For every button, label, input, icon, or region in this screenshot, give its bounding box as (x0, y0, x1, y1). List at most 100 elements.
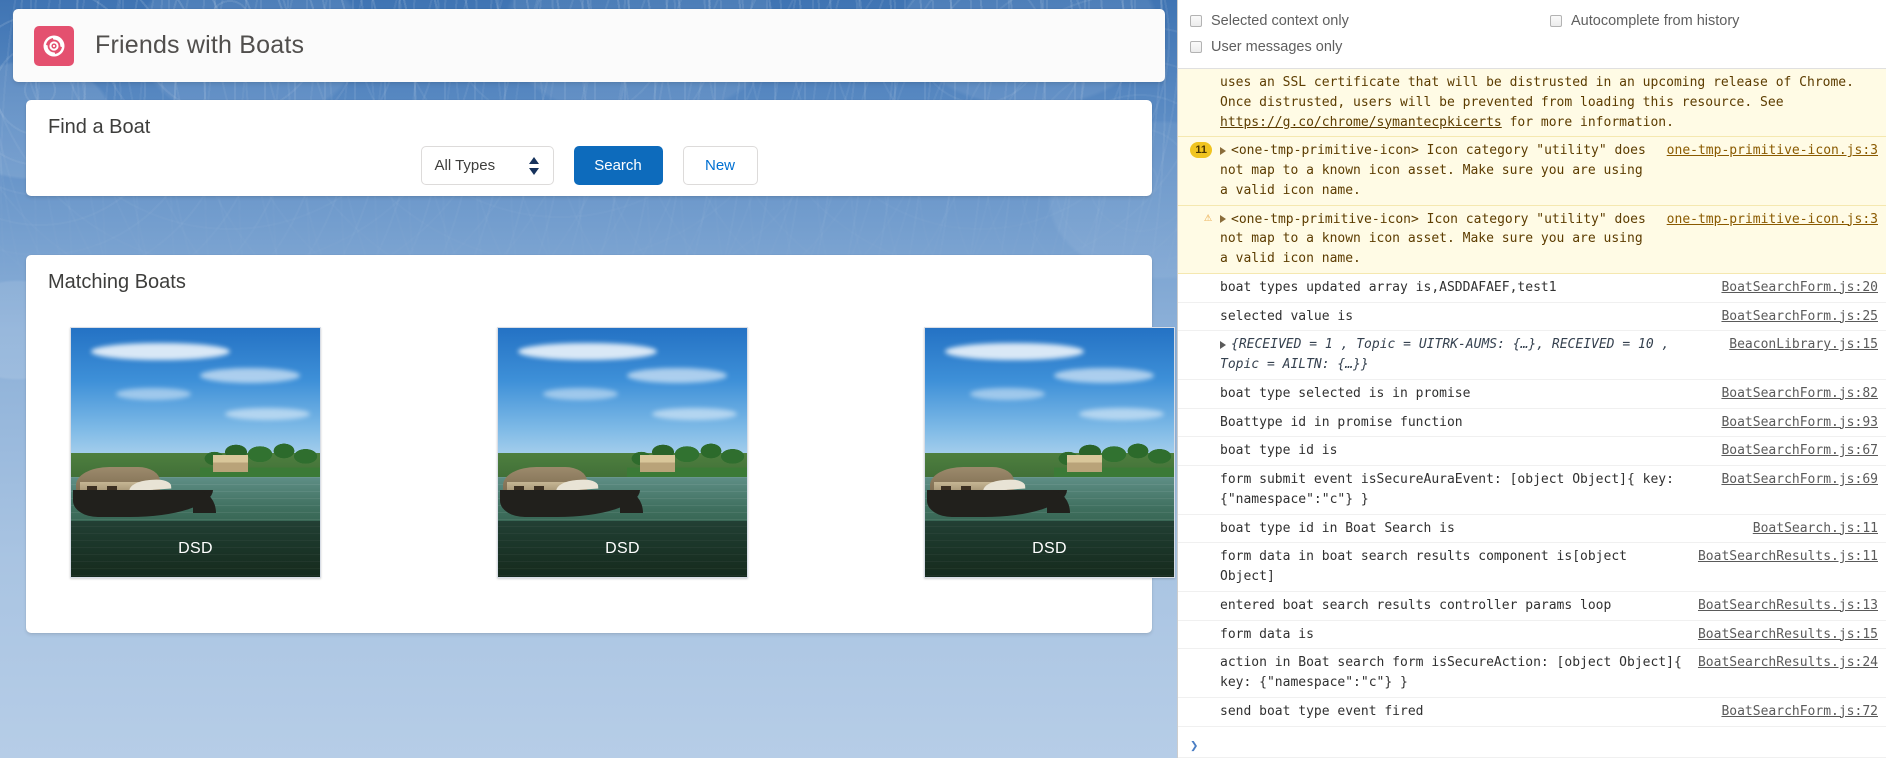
console-message: form data in boat search results compone… (1220, 549, 1627, 584)
expand-triangle-icon[interactable] (1220, 340, 1226, 349)
console-message: Boattype id in promise function (1220, 414, 1463, 430)
console-message: boat type id in Boat Search is (1220, 520, 1455, 536)
checkbox-icon[interactable] (1550, 15, 1562, 27)
console-message: <one-tmp-primitive-icon> Icon category "… (1220, 211, 1646, 266)
row-gutter (1178, 278, 1212, 298)
console-source-link[interactable]: BoatSearchForm.js:82 (1707, 384, 1878, 404)
repeat-count-badge: 11 (1178, 141, 1212, 200)
filter-label: User messages only (1211, 39, 1343, 55)
badge-count: 11 (1190, 142, 1212, 159)
console-row[interactable]: entered success loop in boat search form… (1178, 727, 1886, 735)
console-row[interactable]: form data in boat search results compone… (1178, 543, 1886, 592)
filter-selected-context-only[interactable]: Selected context only (1178, 13, 1544, 29)
console-message: action in Boat search form isSecureActio… (1220, 655, 1682, 690)
console-message: {RECEIVED = 1 , Topic = UITRK-AUMS: {…},… (1220, 337, 1670, 372)
console-row[interactable]: selected value is BoatSearchForm.js:25 (1178, 303, 1886, 332)
row-gutter (1178, 441, 1212, 461)
page-title: Friends with Boats (95, 31, 305, 59)
console-row[interactable]: Boattype id in promise function BoatSearc… (1178, 409, 1886, 438)
console-source-link[interactable]: BoatSearchResults.js:24 (1684, 653, 1878, 673)
row-gutter (1178, 547, 1212, 587)
row-gutter (1178, 413, 1212, 433)
row-gutter (1178, 335, 1212, 375)
row-gutter (1178, 596, 1212, 616)
row-gutter (1178, 625, 1212, 645)
console-source-link[interactable]: BoatSearch.js:11 (1739, 519, 1878, 539)
chevron-updown-icon[interactable] (528, 156, 539, 175)
console-message: uses an SSL certificate that will be dis… (1220, 75, 1854, 130)
filter-label: Autocomplete from history (1571, 13, 1740, 29)
console-row[interactable]: boat types updated array is,ASDDAFAEF,te… (1178, 274, 1886, 303)
console-prompt[interactable]: ❯ (1178, 734, 1886, 758)
console-source-link[interactable]: BoatSearchForm.js:69 (1707, 470, 1878, 490)
warning-triangle-icon: ⚠ (1178, 210, 1212, 269)
boat-tile-caption: DSD (71, 521, 320, 577)
record-spiral-icon (34, 25, 74, 66)
filter-user-messages-only[interactable]: User messages only (1178, 39, 1544, 55)
checkbox-icon[interactable] (1190, 41, 1202, 53)
console-message: boat type selected is in promise (1220, 385, 1471, 401)
console-message: form data is (1220, 626, 1314, 642)
console-inline-link[interactable]: https://g.co/chrome/symantecpkicerts (1220, 115, 1502, 130)
console-row[interactable]: ⚠ <one-tmp-primitive-icon> Icon category … (1178, 205, 1886, 274)
console-source-link[interactable]: BoatSearchResults.js:11 (1684, 547, 1878, 567)
console-message: boat types updated array is,ASDDAFAEF,te… (1220, 279, 1557, 295)
console-source-link[interactable]: BoatSearchResults.js:15 (1684, 625, 1878, 645)
console-message: send boat type event fired (1220, 703, 1424, 719)
console-source-link[interactable]: BoatSearchResults.js:13 (1684, 596, 1878, 616)
console-row[interactable]: {RECEIVED = 1 , Topic = UITRK-AUMS: {…},… (1178, 331, 1886, 380)
app-header: Friends with Boats (13, 9, 1165, 82)
warning-triangle-glyph: ⚠ (1204, 209, 1212, 225)
row-gutter (1178, 384, 1212, 404)
console-row[interactable]: boat type selected is in promise BoatSear… (1178, 380, 1886, 409)
console-source-link[interactable]: BoatSearchForm.js:25 (1707, 307, 1878, 327)
search-controls: All Types Search New (26, 146, 1152, 185)
console-message: selected value is (1220, 308, 1354, 324)
matching-boats-heading: Matching Boats (48, 271, 186, 293)
checkbox-icon[interactable] (1190, 15, 1202, 27)
boat-tile-caption: DSD (925, 521, 1174, 577)
boat-type-select[interactable]: All Types (420, 146, 554, 185)
filter-label: Selected context only (1211, 13, 1349, 29)
console-row[interactable]: 11 <one-tmp-primitive-icon> Icon category… (1178, 137, 1886, 206)
console-row[interactable]: action in Boat search form isSecureActio… (1178, 649, 1886, 698)
console-source-link[interactable]: BoatSearchForm.js:93 (1707, 413, 1878, 433)
boat-tile[interactable]: DSD (497, 327, 748, 578)
salesforce-app-pane: Friends with Boats Find a Boat All Types… (0, 0, 1177, 758)
boat-type-select-value: All Types (434, 157, 496, 174)
console-source-link[interactable]: BoatSearchForm.js:20 (1707, 278, 1878, 298)
console-log-list[interactable]: uses an SSL certificate that will be dis… (1178, 69, 1886, 734)
find-a-boat-heading: Find a Boat (48, 116, 151, 138)
console-row[interactable]: form data is BoatSearchResults.js:15 (1178, 621, 1886, 650)
console-message: <one-tmp-primitive-icon> Icon category "… (1220, 143, 1646, 198)
console-row[interactable]: entered boat search results controller p… (1178, 592, 1886, 621)
search-button[interactable]: Search (573, 146, 663, 185)
console-row[interactable]: boat type id in Boat Search is BoatSearch… (1178, 515, 1886, 544)
boat-tile[interactable]: DSD (70, 327, 321, 578)
row-gutter (1178, 519, 1212, 539)
console-source-link[interactable]: BeaconLibrary.js:15 (1715, 335, 1878, 355)
console-source-link[interactable]: BoatSearchForm.js:67 (1707, 441, 1878, 461)
new-button[interactable]: New (682, 146, 758, 185)
console-source-link[interactable]: one-tmp-primitive-icon.js:3 (1653, 210, 1878, 230)
expand-triangle-icon[interactable] (1220, 215, 1226, 223)
console-row[interactable]: form submit event isSecureAuraEvent: [ob… (1178, 466, 1886, 515)
expand-triangle-icon[interactable] (1220, 146, 1226, 155)
devtools-console-pane: Selected context only Autocomplete from … (1177, 0, 1886, 758)
console-message: boat type id is (1220, 443, 1338, 459)
console-message: form submit event isSecureAuraEvent: [ob… (1220, 472, 1674, 507)
console-message: entered boat search results controller p… (1220, 597, 1612, 613)
console-row[interactable]: send boat type event fired BoatSearchForm… (1178, 698, 1886, 727)
find-a-boat-card: Find a Boat All Types Search New (26, 100, 1152, 196)
console-row[interactable]: boat type id is BoatSearchForm.js:67 (1178, 437, 1886, 466)
matching-boats-card: Matching Boats DSD DSD DSD (26, 255, 1175, 633)
row-gutter (1178, 702, 1212, 722)
console-row[interactable]: uses an SSL certificate that will be dis… (1178, 69, 1886, 138)
boat-tile-caption: DSD (498, 521, 747, 577)
console-source-link[interactable]: one-tmp-primitive-icon.js:3 (1653, 141, 1878, 161)
boat-tile-list: DSD DSD DSD (70, 327, 1175, 578)
row-gutter (1178, 470, 1212, 510)
boat-tile[interactable]: DSD (924, 327, 1175, 578)
filter-autocomplete-from-history[interactable]: Autocomplete from history (1544, 13, 1739, 29)
console-source-link[interactable]: BoatSearchForm.js:72 (1707, 702, 1878, 722)
